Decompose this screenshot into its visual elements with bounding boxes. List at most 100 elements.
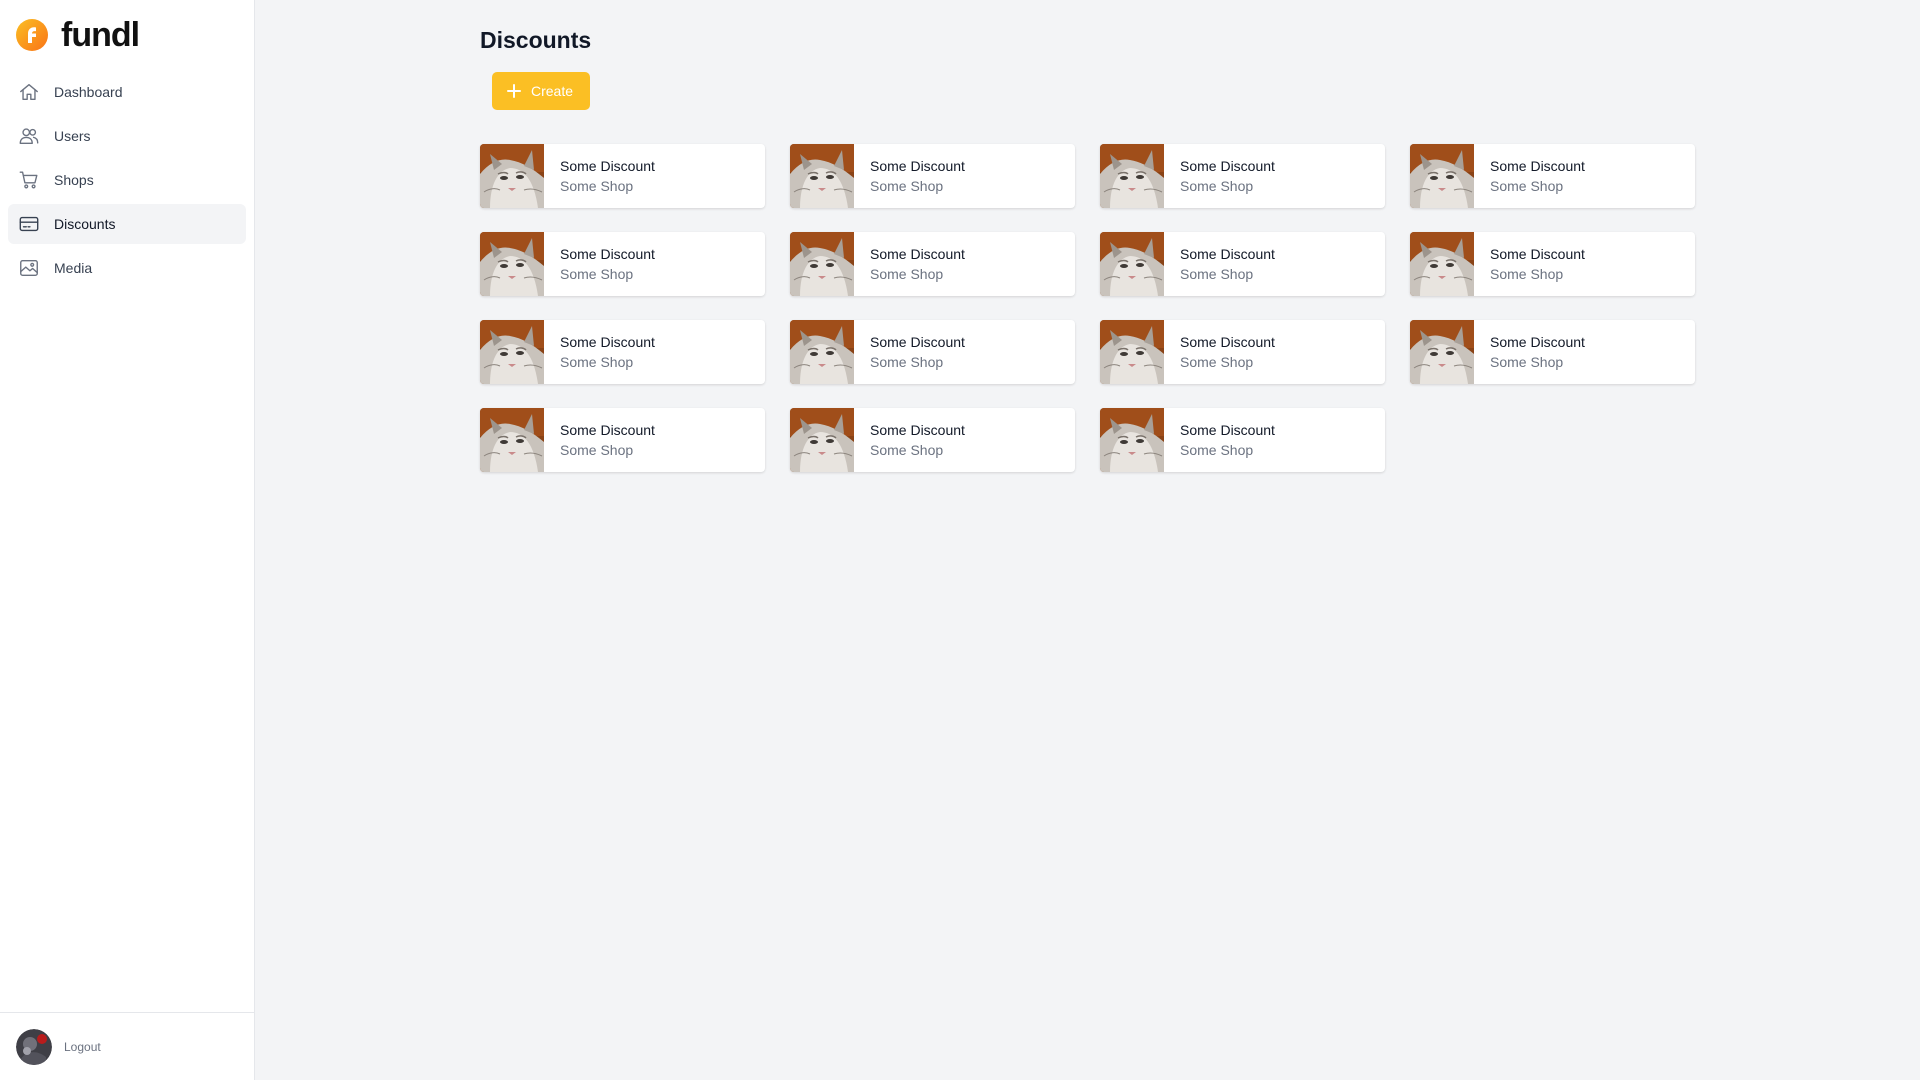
discount-thumbnail <box>1100 408 1164 472</box>
discount-shop: Some Shop <box>870 178 944 194</box>
discount-shop: Some Shop <box>870 354 944 370</box>
discount-card[interactable]: Some Discount Some Shop <box>790 408 1075 472</box>
discount-shop: Some Shop <box>870 442 944 458</box>
avatar[interactable] <box>16 1028 52 1065</box>
sidebar-item-label: Dashboard <box>54 84 123 100</box>
sidebar-item-discounts[interactable]: Discounts <box>8 204 246 244</box>
sidebar-footer: Logout <box>0 1012 254 1080</box>
sidebar-item-label: Media <box>54 260 93 276</box>
discount-card-text: Some Discount Some Shop <box>854 320 965 384</box>
discount-title: Some Discount <box>1180 158 1275 174</box>
discount-card[interactable]: Some Discount Some Shop <box>1100 232 1385 296</box>
discount-title: Some Discount <box>1180 334 1275 350</box>
discount-title: Some Discount <box>1180 422 1275 438</box>
discount-card-text: Some Discount Some Shop <box>1164 144 1275 208</box>
discount-shop: Some Shop <box>560 354 634 370</box>
discount-thumbnail <box>480 408 544 472</box>
discount-shop: Some Shop <box>560 178 634 194</box>
discount-card[interactable]: Some Discount Some Shop <box>1410 320 1695 384</box>
discount-card-text: Some Discount Some Shop <box>1164 408 1275 472</box>
discount-card[interactable]: Some Discount Some Shop <box>790 320 1075 384</box>
discount-shop: Some Shop <box>560 266 634 282</box>
discount-card[interactable]: Some Discount Some Shop <box>1410 232 1695 296</box>
discount-card-text: Some Discount Some Shop <box>854 232 965 296</box>
fundl-logo-icon <box>15 18 49 52</box>
discount-thumbnail <box>1100 144 1164 208</box>
discount-title: Some Discount <box>560 422 655 438</box>
discount-thumbnail <box>1410 232 1474 296</box>
discount-title: Some Discount <box>560 334 655 350</box>
discount-card[interactable]: Some Discount Some Shop <box>480 144 765 208</box>
discount-shop: Some Shop <box>1180 354 1254 370</box>
discount-thumbnail <box>1410 320 1474 384</box>
discount-title: Some Discount <box>870 334 965 350</box>
discount-card[interactable]: Some Discount Some Shop <box>480 232 765 296</box>
discount-title: Some Discount <box>1180 246 1275 262</box>
discount-title: Some Discount <box>870 422 965 438</box>
discount-shop: Some Shop <box>1180 442 1254 458</box>
discount-card-text: Some Discount Some Shop <box>544 408 655 472</box>
discount-card-text: Some Discount Some Shop <box>1164 320 1275 384</box>
discount-thumbnail <box>1410 144 1474 208</box>
main-content: Discounts Create Some Discount Some Shop… <box>255 0 1920 1080</box>
discount-card-text: Some Discount Some Shop <box>544 144 655 208</box>
brand[interactable]: fundl <box>0 0 254 70</box>
discount-shop: Some Shop <box>560 442 634 458</box>
discount-card-text: Some Discount Some Shop <box>854 408 965 472</box>
discount-grid: Some Discount Some Shop Some Discount So… <box>480 144 1920 472</box>
discount-thumbnail <box>790 320 854 384</box>
sidebar-item-label: Shops <box>54 172 94 188</box>
sidebar-item-media[interactable]: Media <box>8 248 246 288</box>
discount-thumbnail <box>1100 320 1164 384</box>
discount-card[interactable]: Some Discount Some Shop <box>1100 320 1385 384</box>
discount-thumbnail <box>790 232 854 296</box>
sidebar: fundl Dashboard Users Shops Discounts Me… <box>0 0 255 1080</box>
discount-thumbnail <box>480 320 544 384</box>
discount-card-text: Some Discount Some Shop <box>1474 320 1585 384</box>
brand-name: fundl <box>61 16 140 54</box>
discount-card[interactable]: Some Discount Some Shop <box>480 320 765 384</box>
discount-card-text: Some Discount Some Shop <box>544 232 655 296</box>
discount-title: Some Discount <box>1490 334 1585 350</box>
create-button-label: Create <box>531 83 574 99</box>
discount-card-text: Some Discount Some Shop <box>544 320 655 384</box>
discount-title: Some Discount <box>1490 246 1585 262</box>
discount-card-text: Some Discount Some Shop <box>1164 232 1275 296</box>
discount-thumbnail <box>480 144 544 208</box>
home-icon <box>18 81 40 103</box>
sidebar-item-shops[interactable]: Shops <box>8 160 246 200</box>
users-icon <box>18 125 40 147</box>
discount-card[interactable]: Some Discount Some Shop <box>790 144 1075 208</box>
discount-shop: Some Shop <box>1490 178 1564 194</box>
image-icon <box>18 257 40 279</box>
credit-card-icon <box>18 213 40 235</box>
sidebar-nav: Dashboard Users Shops Discounts Media <box>0 70 254 292</box>
logout-link[interactable]: Logout <box>64 1040 101 1054</box>
app-root: fundl Dashboard Users Shops Discounts Me… <box>0 0 1920 1080</box>
discount-title: Some Discount <box>1490 158 1585 174</box>
discount-card[interactable]: Some Discount Some Shop <box>790 232 1075 296</box>
discount-thumbnail <box>790 144 854 208</box>
sidebar-item-label: Users <box>54 128 91 144</box>
create-button[interactable]: Create <box>492 72 591 110</box>
discount-card-text: Some Discount Some Shop <box>854 144 965 208</box>
sidebar-item-label: Discounts <box>54 216 116 232</box>
discount-card[interactable]: Some Discount Some Shop <box>1100 144 1385 208</box>
discount-title: Some Discount <box>560 246 655 262</box>
discount-title: Some Discount <box>870 246 965 262</box>
discount-card[interactable]: Some Discount Some Shop <box>480 408 765 472</box>
sidebar-item-dashboard[interactable]: Dashboard <box>8 72 246 112</box>
discount-title: Some Discount <box>870 158 965 174</box>
discount-thumbnail <box>480 232 544 296</box>
discount-card[interactable]: Some Discount Some Shop <box>1410 144 1695 208</box>
discount-shop: Some Shop <box>1490 354 1564 370</box>
sidebar-item-users[interactable]: Users <box>8 116 246 156</box>
discount-card-text: Some Discount Some Shop <box>1474 232 1585 296</box>
discount-shop: Some Shop <box>1180 266 1254 282</box>
discount-title: Some Discount <box>560 158 655 174</box>
discount-thumbnail <box>1100 232 1164 296</box>
discount-shop: Some Shop <box>1490 266 1564 282</box>
discount-card[interactable]: Some Discount Some Shop <box>1100 408 1385 472</box>
discount-card-text: Some Discount Some Shop <box>1474 144 1585 208</box>
discount-shop: Some Shop <box>870 266 944 282</box>
